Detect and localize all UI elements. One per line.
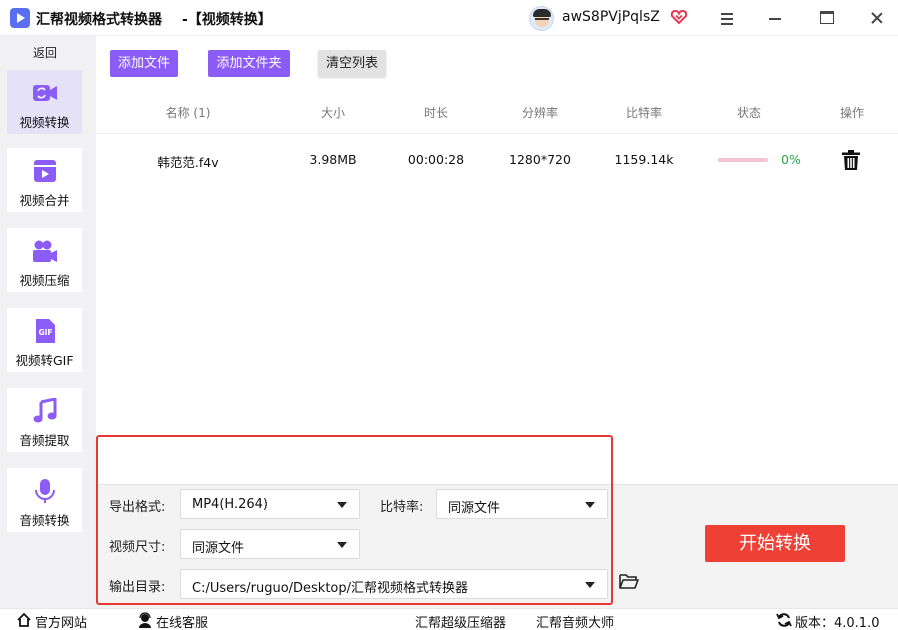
sidebar-item-video-gif[interactable]: GIF 视频转GIF <box>7 308 82 372</box>
sidebar-item-audio-convert[interactable]: 音频转换 <box>7 468 82 532</box>
format-label: 导出格式: <box>109 500 166 515</box>
minimize-icon <box>769 18 781 20</box>
file-name: 韩范范.f4v <box>157 155 219 170</box>
footer: 官方网站 在线客服 汇帮超级压缩器 汇帮音频大师 版本：4.0.1.0 <box>0 608 898 630</box>
column-header-resolution: 分辨率 <box>521 106 558 120</box>
app-logo-icon <box>10 8 30 28</box>
table-header: 名称 (1) 大小 时长 分辨率 比特率 状态 操作 <box>96 88 898 134</box>
video-size-value: 同源文件 <box>192 541 245 556</box>
page-title: -【视频转换】 <box>182 12 272 28</box>
chevron-down-icon <box>585 502 595 508</box>
audio-master-link[interactable]: 汇帮音频大师 <box>536 612 614 630</box>
trash-icon[interactable] <box>842 150 860 170</box>
video-merge-icon <box>34 160 56 182</box>
format-select[interactable]: MP4(H.264) <box>180 489 360 519</box>
column-header-name: 名称 (1) <box>165 106 211 120</box>
menu-icon-line <box>721 23 733 25</box>
column-header-duration: 时长 <box>423 106 448 120</box>
sidebar-item-label: 音频提取 <box>19 433 70 448</box>
microphone-icon <box>35 479 55 503</box>
settings-panel: 导出格式: MP4(H.264) 比特率: 同源文件 视频尺寸: 同源文件 输出… <box>96 484 898 608</box>
minimize-button[interactable] <box>762 6 788 30</box>
bitrate-value: 同源文件 <box>448 501 501 516</box>
sidebar-item-label: 视频合并 <box>19 193 70 208</box>
progress-text: 0% <box>781 152 801 167</box>
video-size-label: 视频尺寸: <box>109 540 166 555</box>
maximize-icon <box>820 11 834 24</box>
website-link[interactable]: 官方网站 <box>35 612 87 630</box>
avatar-hair <box>533 9 551 17</box>
sidebar-item-label: 视频压缩 <box>19 273 70 288</box>
table-row[interactable]: 韩范范.f4v 3.98MB 00:00:28 1280*720 1159.14… <box>96 140 898 180</box>
file-resolution: 1280*720 <box>509 152 571 167</box>
clear-list-button[interactable]: 清空列表 <box>318 50 386 77</box>
sidebar-item-label: 视频转GIF <box>15 353 74 368</box>
maximize-button[interactable] <box>814 6 840 30</box>
support-link[interactable]: 在线客服 <box>156 612 208 630</box>
chevron-down-icon <box>585 582 595 588</box>
file-size: 3.98MB <box>309 152 357 167</box>
file-table: 名称 (1) 大小 时长 分辨率 比特率 状态 操作 韩范范.f4v 3.98M… <box>96 88 898 484</box>
title-bar: 汇帮视频格式转换器 -【视频转换】 awS8PVjPqlsZ <box>0 0 898 36</box>
username[interactable]: awS8PVjPqlsZ <box>562 9 660 25</box>
bitrate-select[interactable]: 同源文件 <box>436 489 608 519</box>
output-dir-select[interactable]: C:/Users/ruguo/Desktop/汇帮视频格式转换器 <box>180 569 608 599</box>
chevron-down-icon <box>337 542 347 548</box>
sidebar-item-video-merge[interactable]: 视频合并 <box>7 148 82 212</box>
close-button[interactable] <box>864 6 890 30</box>
sidebar: 返回 视频转换 视频合并 视频压缩 GIF 视频转GIF 音频提取 音频转换 <box>0 36 96 608</box>
file-bitrate: 1159.14k <box>614 152 674 167</box>
menu-icon <box>721 13 733 15</box>
support-icon <box>139 612 151 628</box>
sidebar-item-video-convert[interactable]: 视频转换 <box>7 70 82 134</box>
version-label: 版本：4.0.1.0 <box>795 616 880 630</box>
avatar-glasses <box>535 18 549 21</box>
home-icon <box>17 612 31 627</box>
sidebar-item-label: 视频转换 <box>19 115 70 130</box>
sidebar-item-audio-extract[interactable]: 音频提取 <box>7 388 82 452</box>
progress-bar <box>718 158 768 162</box>
chevron-down-icon <box>337 502 347 508</box>
vip-heart-icon[interactable] <box>670 8 688 26</box>
svg-text:GIF: GIF <box>38 328 52 337</box>
back-button[interactable]: 返回 <box>0 40 90 66</box>
folder-open-icon[interactable] <box>619 573 639 589</box>
music-note-icon <box>33 398 57 423</box>
column-header-status: 状态 <box>736 106 761 120</box>
refresh-icon <box>776 613 792 627</box>
column-header-size: 大小 <box>320 106 345 120</box>
column-header-action: 操作 <box>839 106 864 120</box>
gif-icon: GIF <box>36 319 55 343</box>
toolbar: 添加文件 添加文件夹 清空列表 <box>96 36 898 88</box>
sidebar-item-video-compress[interactable]: 视频压缩 <box>7 228 82 292</box>
avatar[interactable] <box>529 6 554 31</box>
output-dir-label: 输出目录: <box>109 580 166 595</box>
file-duration: 00:00:28 <box>407 152 465 167</box>
output-dir-value: C:/Users/ruguo/Desktop/汇帮视频格式转换器 <box>192 581 469 596</box>
start-convert-button[interactable]: 开始转换 <box>705 525 845 562</box>
app-title: 汇帮视频格式转换器 <box>36 12 162 28</box>
menu-button[interactable] <box>714 6 740 30</box>
video-size-select[interactable]: 同源文件 <box>180 529 360 559</box>
sidebar-item-label: 音频转换 <box>19 513 70 528</box>
format-value: MP4(H.264) <box>192 497 268 512</box>
add-folder-button[interactable]: 添加文件夹 <box>208 50 290 77</box>
add-file-button[interactable]: 添加文件 <box>110 50 178 77</box>
bitrate-label: 比特率: <box>380 500 424 515</box>
compressor-link[interactable]: 汇帮超级压缩器 <box>415 612 506 630</box>
video-convert-icon <box>33 85 57 101</box>
video-compress-icon <box>33 240 57 262</box>
menu-icon-line <box>721 18 733 20</box>
column-header-bitrate: 比特率 <box>625 106 662 120</box>
